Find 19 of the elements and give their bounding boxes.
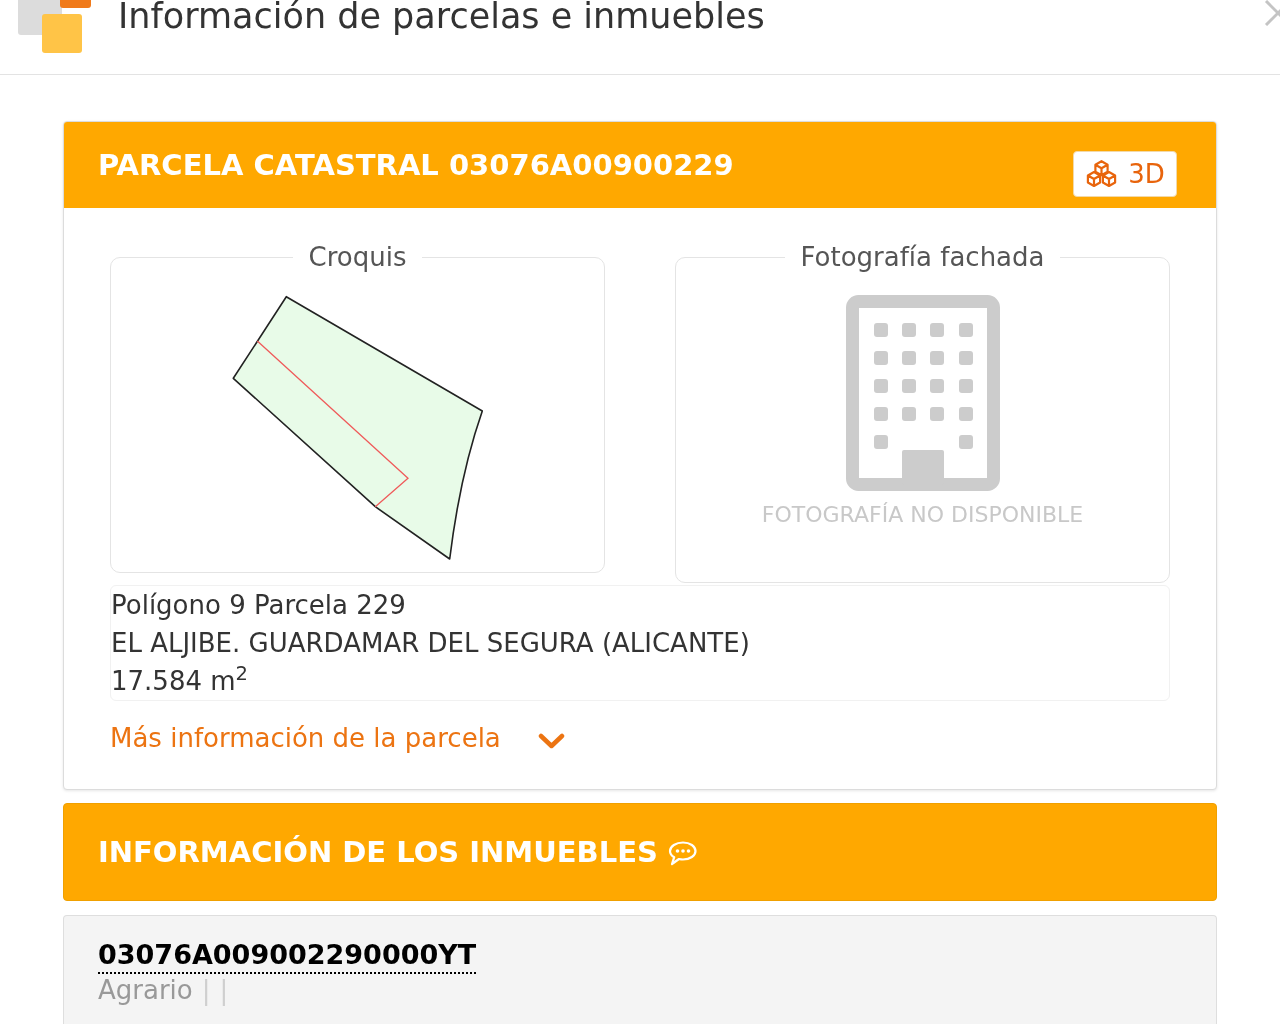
frame-legend: Croquis: [292, 242, 423, 272]
property-reference-link[interactable]: 03076A009002290000YT: [98, 938, 477, 974]
view-3d-button[interactable]: 3D: [1073, 150, 1177, 197]
frame-legend: Fotografía fachada: [784, 242, 1061, 272]
detail-text: EL ALJIBE. GUARDAMAR DEL SEGURA (ALICANTE): [111, 627, 751, 660]
detail-text: Polígono 9 Parcela 229: [111, 589, 407, 622]
card-title: PARCELA CATASTRAL 03076A00900229: [98, 147, 734, 183]
separator-text: |: [219, 974, 229, 1006]
logo-icon: [16, 0, 92, 54]
property-use-text: Agrario: [98, 974, 193, 1006]
building-icon: [845, 295, 1000, 491]
section-title: INFORMACIÓN DE LOS INMUEBLES: [98, 834, 658, 870]
detail-text: 17.584 m$^{2}$: [111, 662, 249, 698]
separator-text: |: [201, 974, 211, 1006]
close-icon[interactable]: [1262, 0, 1280, 26]
cubes-icon: [1085, 160, 1119, 187]
more-info-toggle[interactable]: Más información de la parcela: [110, 721, 565, 755]
window-title: Información de parcelas e inmuebles: [118, 0, 765, 36]
speech-bubble-icon: [667, 840, 697, 866]
